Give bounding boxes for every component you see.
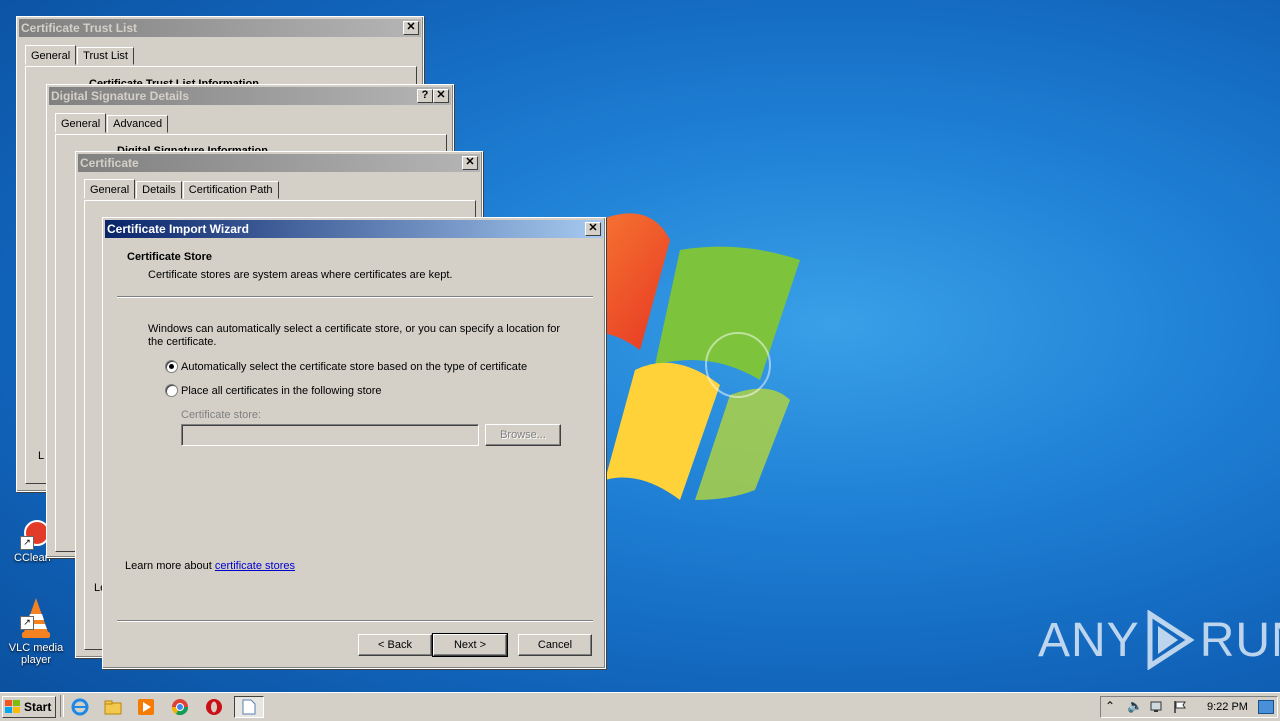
dsd-titlebar: Digital Signature Details ? ✕	[49, 87, 451, 105]
learn-more-text: Learn more about certificate stores	[125, 560, 295, 572]
certificate-stores-link[interactable]: certificate stores	[215, 560, 295, 572]
ctl-tabs: General Trust List	[25, 45, 135, 65]
ctl-close-button[interactable]: ✕	[403, 21, 419, 35]
taskbar-active-window-button[interactable]	[234, 696, 264, 718]
show-hidden-icons-icon[interactable]: ⌃	[1105, 699, 1115, 713]
opera-icon[interactable]	[205, 698, 223, 716]
start-label: Start	[24, 700, 52, 714]
system-tray: ⌃ 🔈 9:22 PM	[1100, 696, 1278, 718]
tab-advanced[interactable]: Advanced	[107, 115, 169, 133]
watermark-right-text: RUN	[1199, 613, 1280, 667]
file-explorer-icon[interactable]	[104, 698, 122, 716]
shortcut-arrow-icon: ↗	[20, 536, 34, 550]
clock-time[interactable]: 9:22 PM	[1207, 701, 1248, 713]
taskbar-divider	[60, 695, 64, 717]
watermark-left-text: ANY	[1038, 613, 1140, 667]
dsd-close-button[interactable]: ✕	[433, 89, 449, 103]
tab-certification-path[interactable]: Certification Path	[182, 181, 279, 199]
play-icon	[1147, 610, 1195, 670]
tab-general[interactable]: General	[25, 45, 77, 65]
certificate-titlebar: Certificate ✕	[78, 154, 480, 172]
shortcut-arrow-icon: ↗	[20, 616, 34, 630]
tab-general[interactable]: General	[55, 113, 107, 133]
certificate-close-button[interactable]: ✕	[462, 156, 478, 170]
vlc-cone-icon: ↗	[20, 596, 52, 640]
network-icon[interactable]	[1149, 700, 1165, 714]
wizard-title: Certificate Import Wizard	[107, 222, 249, 236]
dsd-title: Digital Signature Details	[51, 89, 190, 103]
store-field-label: Certificate store:	[181, 409, 262, 421]
certificate-tabs: General Details Certification Path	[84, 179, 280, 199]
cancel-button[interactable]: Cancel	[518, 634, 592, 656]
place-in-store-label[interactable]: Place all certificates in the following …	[181, 385, 382, 397]
wizard-intro-line1: Windows can automatically select a certi…	[148, 323, 561, 335]
learn-more-prefix: Learn more about	[125, 560, 215, 572]
volume-icon[interactable]: 🔈	[1127, 698, 1143, 714]
ctl-partial-text: L	[38, 450, 45, 462]
certificate-title: Certificate	[80, 156, 139, 170]
wizard-subheading: Certificate stores are system areas wher…	[148, 269, 453, 281]
document-icon	[242, 699, 256, 715]
windows-flag-icon	[5, 700, 20, 713]
tab-trust-list[interactable]: Trust List	[77, 47, 134, 65]
media-player-icon[interactable]	[137, 698, 155, 716]
desktop-icon-vlc[interactable]: ↗ VLC media player	[4, 596, 68, 666]
next-button[interactable]: Next >	[432, 633, 508, 657]
tab-details[interactable]: Details	[136, 181, 182, 199]
dsd-help-button[interactable]: ?	[417, 89, 433, 103]
ctl-title: Certificate Trust List	[21, 21, 138, 35]
start-button[interactable]: Start	[2, 696, 56, 718]
tab-general[interactable]: General	[84, 179, 136, 199]
action-center-flag-icon[interactable]	[1173, 700, 1187, 714]
ctl-titlebar: Certificate Trust List ✕	[19, 19, 421, 37]
footer-separator	[117, 620, 593, 622]
wizard-intro-line2: the certificate.	[148, 336, 217, 348]
show-desktop-icon[interactable]	[1258, 700, 1274, 714]
back-button[interactable]: < Back	[358, 634, 432, 656]
anyrun-watermark: ANY RUN	[1038, 608, 1280, 672]
dsd-tabs: General Advanced	[55, 113, 169, 133]
chrome-icon[interactable]	[171, 698, 189, 716]
place-in-store-radio[interactable]	[165, 384, 178, 397]
wizard-heading: Certificate Store	[127, 251, 212, 263]
browse-button[interactable]: Browse...	[485, 424, 561, 446]
desktop-icon-label: VLC media player	[8, 642, 64, 666]
wizard-titlebar: Certificate Import Wizard ✕	[105, 220, 603, 238]
internet-explorer-icon[interactable]	[71, 698, 89, 716]
header-separator	[117, 296, 593, 298]
import-wizard-window: Certificate Import Wizard ✕ Certificate …	[102, 217, 606, 669]
taskbar: Start ⌃ 🔈 9:22 PM	[0, 692, 1280, 721]
store-input[interactable]	[181, 424, 479, 446]
auto-select-label[interactable]: Automatically select the certificate sto…	[181, 361, 527, 373]
auto-select-radio[interactable]	[165, 360, 178, 373]
wizard-close-button[interactable]: ✕	[585, 222, 601, 236]
